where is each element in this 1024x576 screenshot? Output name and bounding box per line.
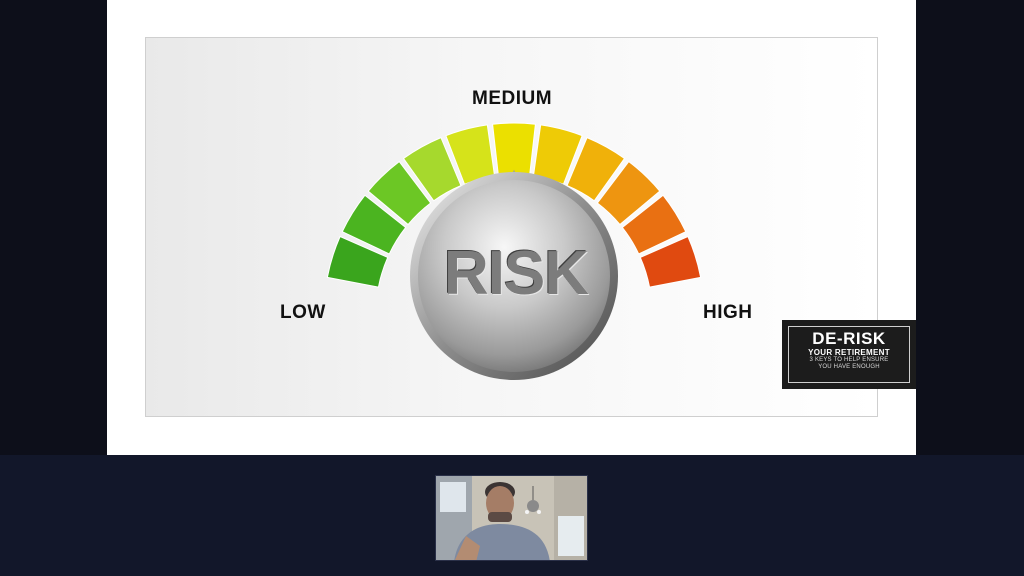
slide-panel: LOW MEDIUM HIGH RISK <box>145 37 878 417</box>
logo-tagline-2: YOU HAVE ENOUGH <box>818 364 880 370</box>
de-risk-logo: DE-RISK YOUR RETIREMENT 3 KEYS TO HELP E… <box>782 320 916 389</box>
logo-title: DE-RISK <box>812 329 886 348</box>
logo-tagline-1: 3 KEYS TO HELP ENSURE <box>809 357 889 363</box>
label-medium: MEDIUM <box>472 88 553 109</box>
logo-frame: DE-RISK YOUR RETIREMENT 3 KEYS TO HELP E… <box>788 326 910 383</box>
knob-risk-text: RISK <box>443 239 589 308</box>
gauge-segment <box>492 122 536 177</box>
participant-video-tile[interactable] <box>435 475 588 561</box>
logo-subtitle: YOUR RETIREMENT <box>808 348 890 357</box>
label-high: HIGH <box>703 302 753 323</box>
participant-video <box>436 476 587 560</box>
label-low: LOW <box>280 302 326 323</box>
